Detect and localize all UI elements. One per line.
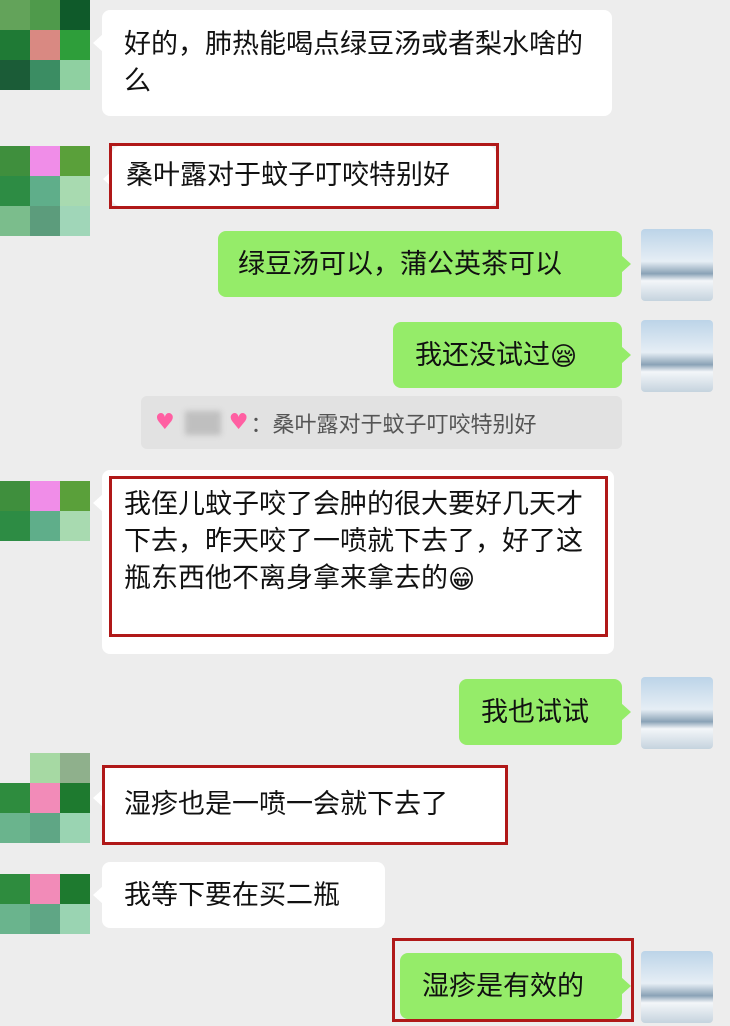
chat-bubble[interactable]: 湿疹也是一喷一会就下去了 (93, 765, 508, 845)
avatar[interactable] (641, 320, 713, 392)
chat-bubble[interactable]: 我还没试过😪 (393, 322, 631, 388)
grinning-face-icon: 😁 (448, 564, 476, 595)
chat-bubble[interactable]: 好的，肺热能喝点绿豆汤或者梨水啥的么 (93, 10, 612, 116)
pink-heart-icon: ♥ (155, 410, 175, 435)
avatar[interactable] (0, 753, 90, 843)
chat-bubble[interactable]: 绿豆汤可以，蒲公英茶可以 (218, 231, 631, 297)
quoted-message[interactable]: ♥ ♥ ：桑叶露对于蚊子叮咬特别好 (141, 396, 622, 449)
message-text: 湿疹是有效的 (422, 971, 584, 1002)
chat-bubble[interactable]: 我也试试 (459, 679, 631, 745)
chat-bubble[interactable]: 湿疹是有效的 (400, 953, 631, 1019)
message-text: 我侄儿蚊子咬了会肿的很大要好几天才下去，昨天咬了一喷就下去了，好了这瓶东西他不离… (124, 489, 583, 594)
avatar[interactable] (0, 874, 90, 964)
message-text: 我等下要在买二瓶 (124, 880, 340, 911)
avatar[interactable] (0, 0, 90, 90)
message-text: 好的，肺热能喝点绿豆汤或者梨水啥的么 (124, 29, 583, 97)
blurred-username (184, 410, 221, 435)
chat-bubble[interactable]: 我侄儿蚊子咬了会肿的很大要好几天才下去，昨天咬了一喷就下去了，好了这瓶东西他不离… (93, 470, 614, 654)
message-text: 我还没试过 (415, 340, 550, 371)
message-text: 绿豆汤可以，蒲公英茶可以 (238, 249, 562, 280)
avatar[interactable] (0, 481, 90, 571)
message-text: 桑叶露对于蚊子叮咬特别好 (126, 160, 450, 191)
sleepy-face-icon: 😪 (550, 341, 578, 372)
avatar[interactable] (641, 677, 713, 749)
avatar[interactable] (0, 146, 90, 236)
pink-heart-icon: ♥ (228, 410, 249, 435)
quote-text: ：桑叶露对于蚊子叮咬特别好 (250, 412, 537, 438)
avatar[interactable] (641, 951, 713, 1023)
message-text: 我也试试 (481, 697, 589, 728)
chat-bubble[interactable]: 桑叶露对于蚊子叮咬特别好 (103, 146, 496, 206)
chat-bubble[interactable]: 我等下要在买二瓶 (93, 862, 385, 928)
avatar[interactable] (641, 229, 713, 301)
message-text: 湿疹也是一喷一会就下去了 (124, 789, 448, 820)
